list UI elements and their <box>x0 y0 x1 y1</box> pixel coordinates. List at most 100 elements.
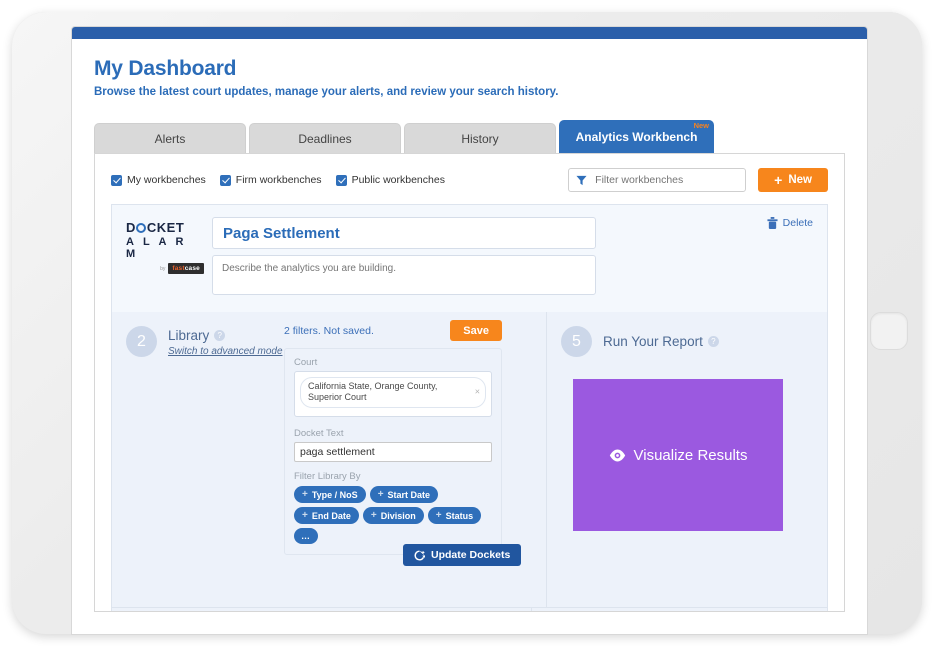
step-number-badge: 5 <box>561 326 592 357</box>
tablet-screen: My Dashboard Browse the latest court upd… <box>72 27 867 634</box>
workbench-card-header: D CKET A L A R M by fastcase <box>112 205 827 312</box>
magnifier-icon <box>136 223 146 233</box>
tab-bar: Alerts Deadlines History Analytics Workb… <box>94 120 867 153</box>
page-header: My Dashboard Browse the latest court upd… <box>72 39 867 98</box>
tab-alerts[interactable]: Alerts <box>94 123 246 153</box>
tab-deadlines[interactable]: Deadlines <box>249 123 401 153</box>
chip-status[interactable]: + Status <box>428 507 481 524</box>
remove-court-tag-icon[interactable]: × <box>475 387 480 398</box>
plus-icon: + <box>371 510 377 521</box>
chip-start-date[interactable]: + Start Date <box>370 486 438 503</box>
logo-cket: CKET <box>147 220 184 235</box>
plus-icon: + <box>302 510 308 521</box>
tab-analytics-workbench[interactable]: Analytics Workbench New <box>559 120 714 153</box>
delete-label: Delete <box>783 217 813 229</box>
checkbox-label: My workbenches <box>127 174 206 186</box>
browser-top-bar <box>72 27 867 39</box>
checkbox-box[interactable] <box>111 175 122 186</box>
tab-label: Deadlines <box>298 132 351 146</box>
next-workbench-row-cutoff: No <box>111 607 828 612</box>
page-title: My Dashboard <box>94 57 845 81</box>
workbench-description-input[interactable] <box>212 255 596 295</box>
court-field[interactable]: California State, Orange County, Superio… <box>294 371 492 417</box>
fastcase-lockup: by fastcase <box>126 263 204 274</box>
visualize-results-label: Visualize Results <box>634 447 748 464</box>
refresh-icon <box>414 550 425 561</box>
filters-status-row: 2 filters. Not saved. Save <box>284 320 502 341</box>
checkbox-label: Public workbenches <box>352 174 445 186</box>
fastcase-badge: fastcase <box>168 263 204 274</box>
trash-icon <box>767 217 778 229</box>
chip-label: Type / NoS <box>312 490 358 500</box>
filters-status-text: 2 filters. Not saved. <box>284 325 374 337</box>
chip-more[interactable]: … <box>294 528 318 544</box>
delete-workbench-button[interactable]: Delete <box>767 217 813 229</box>
home-button[interactable] <box>870 312 908 350</box>
update-dockets-button[interactable]: Update Dockets <box>403 544 521 566</box>
report-step-title: Run Your Report <box>603 334 703 349</box>
step-number-badge: 2 <box>126 326 157 357</box>
save-filters-button[interactable]: Save <box>450 320 502 341</box>
workbench-panel: My workbenches Firm workbenches Public w… <box>94 153 845 612</box>
workbench-filter-bar: My workbenches Firm workbenches Public w… <box>95 154 844 204</box>
chip-end-date[interactable]: + End Date <box>294 507 359 524</box>
library-step-title: Library <box>168 328 209 343</box>
checkbox-firm-workbenches[interactable]: Firm workbenches <box>220 174 322 186</box>
switch-advanced-mode-link[interactable]: Switch to advanced mode <box>168 346 283 357</box>
tablet-frame: My Dashboard Browse the latest court upd… <box>12 12 922 634</box>
workbench-steps: 2 Library? Switch to advanced mode 2 fil… <box>112 312 827 607</box>
checkbox-box[interactable] <box>336 175 347 186</box>
docket-text-input[interactable] <box>294 442 492 462</box>
checkbox-my-workbenches[interactable]: My workbenches <box>111 174 206 186</box>
help-icon[interactable]: ? <box>214 330 225 341</box>
workbench-card: D CKET A L A R M by fastcase <box>111 204 828 607</box>
logo-d: D <box>126 220 136 235</box>
visualize-results-button[interactable]: Visualize Results <box>573 379 783 531</box>
library-step-column: 2 Library? Switch to advanced mode 2 fil… <box>112 312 547 607</box>
logo-line-one: D CKET <box>126 220 204 235</box>
plus-icon: + <box>378 489 384 500</box>
chip-label: Status <box>446 511 474 521</box>
filter-workbenches-input[interactable] <box>593 173 738 187</box>
court-tag-label: California State, Orange County, Superio… <box>308 381 437 402</box>
help-icon[interactable]: ? <box>708 336 719 347</box>
fastcase-case: case <box>185 265 200 272</box>
new-button-label: New <box>788 174 812 186</box>
tab-label: Analytics Workbench <box>576 130 698 144</box>
new-badge: New <box>694 122 709 130</box>
filter-chip-list: + Type / NoS + Start Date + End Date + Divis… <box>294 486 492 544</box>
logo-by-text: by <box>160 266 165 272</box>
chip-label: End Date <box>312 511 351 521</box>
plus-icon: + <box>436 510 442 521</box>
chip-division[interactable]: + Division <box>363 507 424 524</box>
filters-box: Court California State, Orange County, S… <box>284 348 502 555</box>
page-subtitle: Browse the latest court updates, manage … <box>94 86 845 98</box>
new-workbench-button[interactable]: + New <box>758 168 828 192</box>
chip-label: Start Date <box>388 490 431 500</box>
workbench-card-actions: Delete <box>753 217 813 229</box>
tab-history[interactable]: History <box>404 123 556 153</box>
filter-library-by-label: Filter Library By <box>294 471 492 482</box>
court-field-label: Court <box>294 357 492 368</box>
checkbox-box[interactable] <box>220 175 231 186</box>
report-step-column: 5 Run Your Report? Visualize Res <box>547 312 827 607</box>
docket-alarm-logo: D CKET A L A R M by fastcase <box>126 217 204 274</box>
report-step-header: 5 Run Your Report? <box>547 326 827 357</box>
logo-line-two: A L A R M <box>126 236 204 260</box>
column-separator <box>531 608 532 612</box>
docket-text-label: Docket Text <box>294 428 492 439</box>
tab-label: Alerts <box>155 132 186 146</box>
checkbox-label: Firm workbenches <box>236 174 322 186</box>
workbench-title-input[interactable] <box>212 217 596 249</box>
eye-icon <box>609 449 626 462</box>
plus-icon: + <box>302 489 308 500</box>
checkbox-public-workbenches[interactable]: Public workbenches <box>336 174 445 186</box>
funnel-icon <box>576 175 587 186</box>
filter-workbenches-field[interactable] <box>568 168 746 192</box>
chip-label: Division <box>381 511 416 521</box>
court-tag: California State, Orange County, Superio… <box>300 377 486 408</box>
chip-type-nos[interactable]: + Type / NoS <box>294 486 366 503</box>
library-step-title-row: Library? <box>168 327 283 345</box>
update-dockets-label: Update Dockets <box>431 549 510 561</box>
fastcase-fast: fast <box>172 265 184 272</box>
